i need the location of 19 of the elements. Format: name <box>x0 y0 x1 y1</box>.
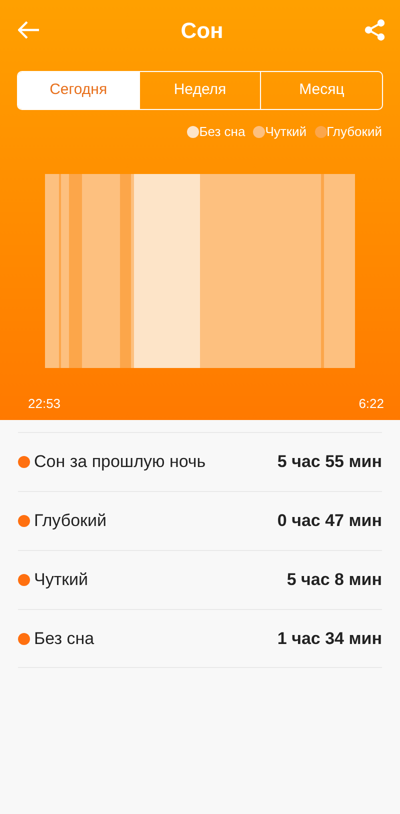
stat-label: Глубокий <box>34 510 108 532</box>
share-icon[interactable] <box>364 19 386 41</box>
stat-value: 5 час 55 мин <box>277 451 382 474</box>
end-time: 6:22 <box>358 394 384 412</box>
stat-value: 1 час 34 мин <box>277 628 382 650</box>
stat-value: 5 час 8 мин <box>286 569 382 592</box>
period-tab[interactable]: Месяц <box>260 72 382 109</box>
stat-label: Чуткий <box>34 569 90 592</box>
legend-label: Глубокий <box>326 123 382 141</box>
stat-label: Без сна <box>34 628 96 650</box>
screen-title: Сон <box>180 16 224 44</box>
stat-label: Сон за прошлую ночь <box>34 451 207 474</box>
period-tab[interactable]: Сегодня <box>18 72 139 109</box>
back-icon[interactable] <box>18 21 40 39</box>
legend-label: Без сна <box>199 123 246 141</box>
start-time: 22:53 <box>28 394 61 412</box>
legend-label: Чуткий <box>265 123 307 141</box>
period-tab[interactable]: Неделя <box>138 72 260 109</box>
stat-value: 0 час 47 мин <box>277 510 382 532</box>
